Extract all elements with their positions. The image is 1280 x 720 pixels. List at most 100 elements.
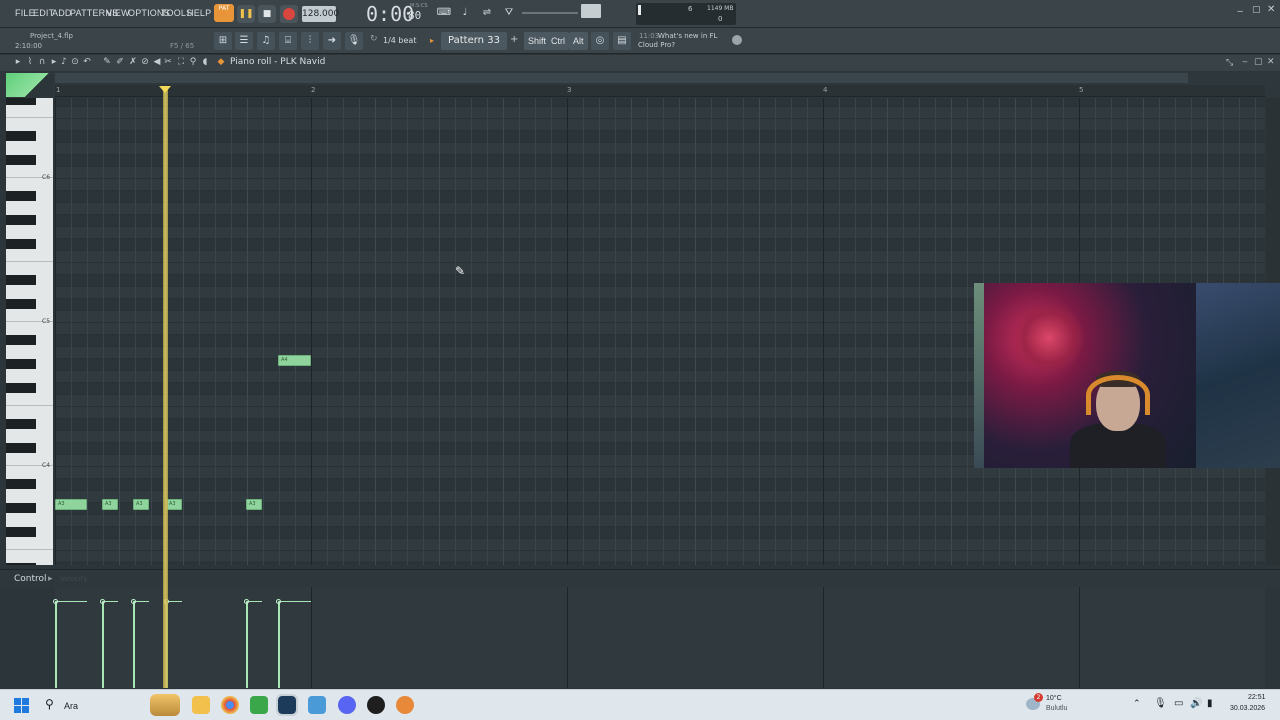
mute-tool-icon[interactable]: ⊘ xyxy=(140,57,150,68)
bar-ruler[interactable] xyxy=(55,85,1265,97)
velocity-bar[interactable] xyxy=(246,602,248,688)
detach-icon[interactable]: ⤡ xyxy=(1226,58,1233,68)
news-text[interactable]: What's new in FL Cloud Pro? xyxy=(638,32,718,50)
news-globe-icon[interactable] xyxy=(732,35,742,45)
search-icon[interactable]: ⚲ xyxy=(45,697,54,711)
tempo-display[interactable]: 128.000 xyxy=(302,6,339,22)
battery-icon[interactable]: ▮ xyxy=(1207,698,1213,709)
black-key[interactable] xyxy=(6,275,36,285)
plugin-picker-icon[interactable]: ➜ xyxy=(323,32,341,50)
black-key[interactable] xyxy=(6,191,36,201)
note[interactable]: A3 xyxy=(166,499,182,510)
master-volume-knob[interactable] xyxy=(581,4,601,18)
network-icon[interactable]: ▭ xyxy=(1174,698,1183,709)
pattern-selector[interactable]: Pattern 33 xyxy=(441,32,507,50)
close-button[interactable]: ✕ xyxy=(1267,4,1275,15)
pr-maximize-button[interactable]: ▢ xyxy=(1254,57,1263,67)
snap-icon[interactable]: ∩ xyxy=(37,57,47,68)
xbox-icon[interactable] xyxy=(250,696,268,714)
note[interactable]: A3 xyxy=(246,499,262,510)
time-display[interactable]: 0:00 xyxy=(366,2,414,26)
pr-minimize-button[interactable]: ‒ xyxy=(1242,57,1248,67)
select-tool-icon[interactable]: ⛶ xyxy=(176,57,186,68)
control-arrow-icon[interactable]: ▸ xyxy=(48,574,53,584)
velocity-lane[interactable] xyxy=(53,587,1265,688)
mixer-icon[interactable]: ⫶ xyxy=(301,32,319,50)
black-key[interactable] xyxy=(6,527,36,537)
note[interactable]: A3 xyxy=(133,499,149,510)
discord-icon[interactable] xyxy=(338,696,356,714)
step-edit-icon[interactable]: ⇌ xyxy=(478,4,496,22)
menu-add[interactable]: ADD xyxy=(52,8,72,18)
master-pitch-slider[interactable] xyxy=(522,12,578,14)
control-label[interactable]: Control xyxy=(14,574,47,584)
velocity-bar[interactable] xyxy=(102,602,104,688)
stamp-icon[interactable]: ♪ xyxy=(59,57,69,68)
piano-keyboard[interactable]: C6 C5 C4 xyxy=(6,98,53,565)
menu-help[interactable]: HELP xyxy=(187,8,211,18)
velocity-handle[interactable] xyxy=(276,599,281,604)
channel-icon[interactable]: ◆ xyxy=(216,57,226,68)
chrome-icon[interactable] xyxy=(221,696,239,714)
velocity-bar[interactable] xyxy=(278,602,280,688)
playhead[interactable] xyxy=(163,86,168,688)
slide-tool-icon[interactable]: ◀ xyxy=(152,57,162,68)
velocity-handle[interactable] xyxy=(131,599,136,604)
black-key[interactable] xyxy=(6,215,36,225)
speaker-tool-icon[interactable]: ◖ xyxy=(200,57,210,68)
davinci-icon[interactable] xyxy=(367,696,385,714)
record-button[interactable] xyxy=(280,5,298,23)
black-key[interactable] xyxy=(6,479,36,489)
playlist-icon[interactable]: ⊞ xyxy=(214,32,232,50)
clock-time[interactable]: 22:51 xyxy=(1248,694,1266,701)
settings-app-icon[interactable] xyxy=(308,696,326,714)
magnet-icon[interactable]: ⌇ xyxy=(25,57,35,68)
velocity-handle[interactable] xyxy=(100,599,105,604)
black-key[interactable] xyxy=(6,419,36,429)
minimize-button[interactable]: ‒ xyxy=(1237,6,1243,17)
black-key[interactable] xyxy=(6,335,36,345)
news-icon[interactable]: ▤ xyxy=(613,32,631,50)
snap-value[interactable]: 1/4 beat xyxy=(383,36,416,45)
playback-icon[interactable]: ▸ xyxy=(49,57,59,68)
maximize-button[interactable]: ▢ xyxy=(1252,5,1261,15)
windows-start-icon[interactable] xyxy=(14,698,30,714)
volume-icon[interactable]: 🔊 xyxy=(1190,698,1202,709)
black-key[interactable] xyxy=(6,563,36,565)
record-target-icon[interactable]: ⊙ xyxy=(70,57,80,68)
piano-roll-icon[interactable]: ♫ xyxy=(257,32,275,50)
menu-arrow-icon[interactable]: ▸ xyxy=(13,57,23,68)
ctrl-key-button[interactable]: Ctrl xyxy=(547,32,569,50)
black-key[interactable] xyxy=(6,131,36,141)
pr-close-button[interactable]: ✕ xyxy=(1267,57,1275,67)
snap-arrow-icon[interactable]: ↻ xyxy=(370,34,378,48)
fl-studio-icon[interactable] xyxy=(396,696,414,714)
widget-icon[interactable] xyxy=(150,694,180,716)
channel-rack-icon[interactable]: ☰ xyxy=(235,32,253,50)
black-key[interactable] xyxy=(6,239,36,249)
search-box[interactable]: Ara xyxy=(64,701,78,711)
metronome-icon[interactable]: ⛛ xyxy=(500,4,518,22)
online-icon[interactable]: ◎ xyxy=(591,32,609,50)
microphone-tray-icon[interactable]: 🎙 xyxy=(1154,698,1167,709)
clock-date[interactable]: 30.03.2026 xyxy=(1230,705,1265,712)
pattern-play-icon[interactable]: ▸ xyxy=(430,33,438,49)
pat-song-toggle[interactable]: PAT xyxy=(214,4,234,22)
black-key[interactable] xyxy=(6,443,36,453)
weather-temp[interactable]: 10°C xyxy=(1046,695,1062,702)
microphone-icon[interactable]: 🎙 xyxy=(345,32,363,50)
countdown-icon[interactable]: ♩ xyxy=(456,4,474,22)
velocity-handle[interactable] xyxy=(53,599,58,604)
black-key[interactable] xyxy=(6,503,36,513)
paint-tool-icon[interactable]: ✐ xyxy=(115,57,125,68)
note[interactable]: A4 xyxy=(278,355,311,366)
typing-keyboard-icon[interactable]: ⌨ xyxy=(435,4,453,22)
velocity-bar[interactable] xyxy=(55,602,57,688)
tray-chevron-icon[interactable]: ⌃ xyxy=(1133,699,1141,709)
stop-button[interactable]: ■ xyxy=(258,5,276,23)
browser-icon[interactable]: ⌸ xyxy=(279,32,297,50)
black-key[interactable] xyxy=(6,155,36,165)
file-explorer-icon[interactable] xyxy=(192,696,210,714)
note[interactable]: A3 xyxy=(55,499,87,510)
black-key[interactable] xyxy=(6,98,36,105)
